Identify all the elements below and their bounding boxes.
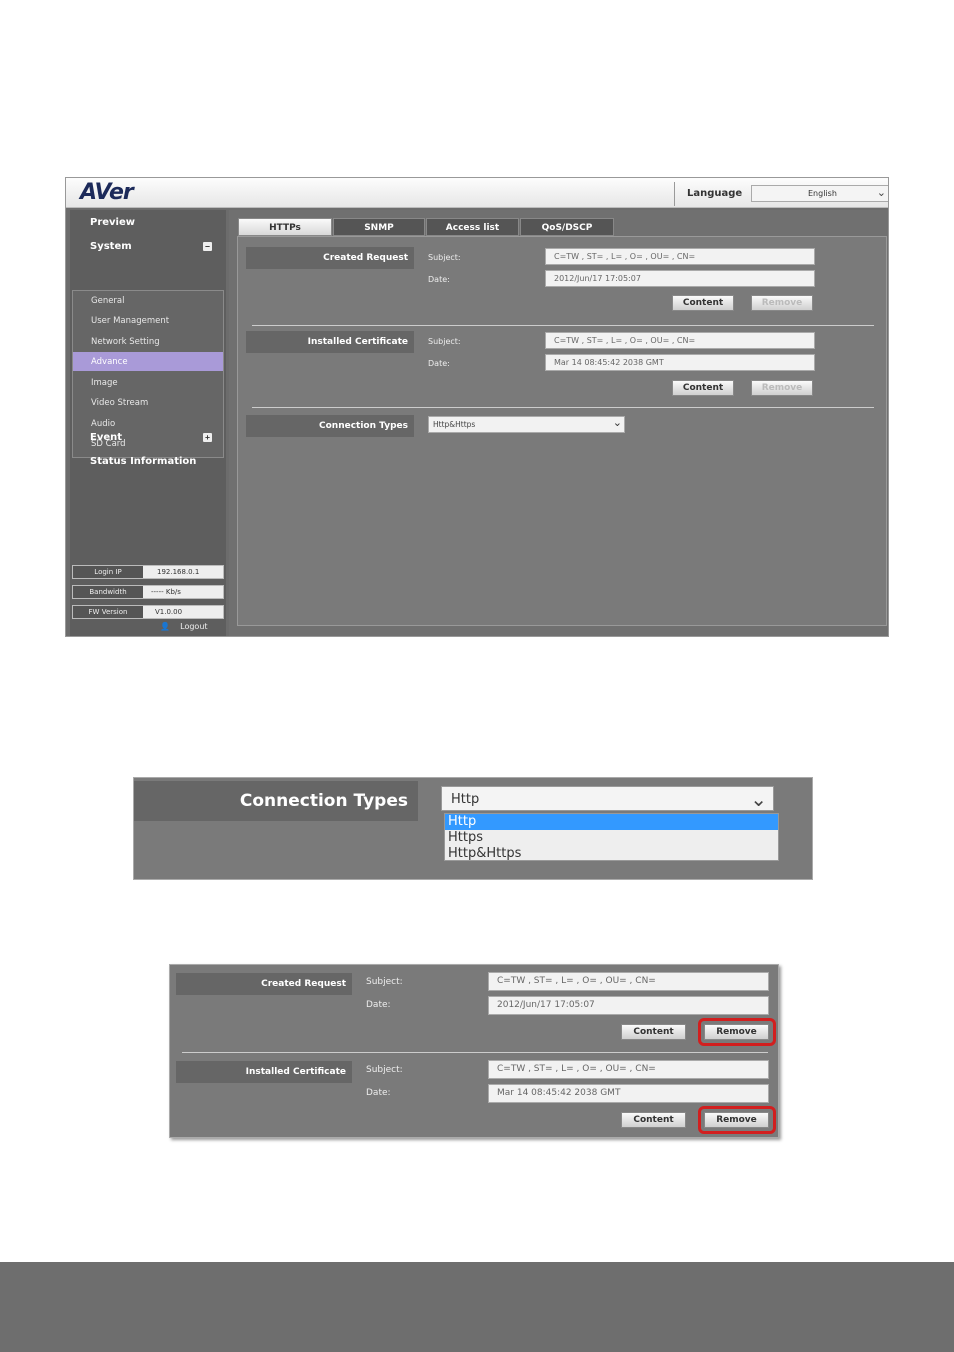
created-request-content-button[interactable]: Content: [621, 1024, 686, 1040]
sidebar-item-advance[interactable]: Advance: [73, 352, 223, 371]
tab-snmp[interactable]: SNMP: [333, 218, 425, 236]
sidebar-item-user-management[interactable]: User Management: [73, 311, 223, 330]
user-icon: 👤: [160, 622, 170, 631]
option-http-https[interactable]: Http&Https: [445, 846, 778, 862]
option-http[interactable]: Http: [445, 814, 778, 830]
connection-types-current: Http: [451, 792, 480, 807]
fw-version-value: V1.0.00: [155, 608, 183, 616]
subject-label: Subject:: [428, 337, 461, 346]
created-request-subject-field[interactable]: C=TW , ST= , L= , O= , OU= , CN=: [545, 248, 815, 265]
sidebar: Preview System − General User Management…: [70, 210, 226, 636]
tab-https[interactable]: HTTPs: [238, 218, 332, 236]
created-request-date-field[interactable]: 2012/Jun/17 17:05:07: [488, 996, 769, 1015]
language-select[interactable]: English ⌄: [751, 185, 888, 202]
sidebar-item-general[interactable]: General: [73, 291, 223, 310]
chevron-down-icon: ⌄: [750, 787, 767, 811]
fw-version-row: FW Version V1.0.00: [72, 605, 224, 619]
sidebar-item-label: Event: [90, 432, 123, 443]
certificate-remove-screenshot: Created Request Subject: C=TW , ST= , L=…: [169, 964, 779, 1138]
page-footer-band: [0, 1262, 954, 1352]
expand-icon[interactable]: +: [203, 433, 212, 442]
installed-certificate-title: Installed Certificate: [246, 331, 414, 353]
fw-version-label: FW Version: [73, 606, 143, 618]
login-ip-row: Login IP 192.168.0.1: [72, 565, 224, 579]
installed-certificate-content-button[interactable]: Content: [621, 1112, 686, 1128]
connection-types-title: Connection Types: [246, 415, 414, 437]
option-https[interactable]: Https: [445, 830, 778, 846]
highlight-ring: [698, 1018, 776, 1046]
sidebar-item-status-information[interactable]: Status Information: [70, 451, 226, 474]
installed-certificate-subject-field[interactable]: C=TW , ST= , L= , O= , OU= , CN=: [545, 332, 815, 349]
installed-certificate-subject-field[interactable]: C=TW , ST= , L= , O= , OU= , CN=: [488, 1060, 769, 1079]
sidebar-item-image[interactable]: Image: [73, 373, 223, 392]
aver-logo: AVer: [80, 180, 134, 205]
created-request-date-field[interactable]: 2012/Jun/17 17:05:07: [545, 270, 815, 287]
highlight-ring: [698, 1106, 776, 1134]
date-label: Date:: [428, 359, 450, 368]
chevron-down-icon: ⌄: [612, 416, 622, 429]
language-label: Language: [687, 188, 743, 199]
collapse-icon[interactable]: −: [203, 242, 212, 251]
created-request-title: Created Request: [246, 247, 414, 269]
sidebar-item-label: System: [90, 241, 132, 252]
date-label: Date:: [428, 275, 450, 284]
connection-types-title: Connection Types: [134, 781, 418, 821]
subject-label: Subject:: [428, 253, 461, 262]
logout-label: Logout: [180, 622, 208, 631]
header-bar: AVer Language English ⌄: [66, 178, 888, 208]
subject-label: Subject:: [366, 977, 403, 987]
login-ip-label: Login IP: [73, 566, 143, 578]
tab-qos-dscp[interactable]: QoS/DSCP: [520, 218, 614, 236]
divider: [252, 407, 874, 408]
bandwidth-row: Bandwidth ----- Kb/s: [72, 585, 224, 599]
created-request-subject-field[interactable]: C=TW , ST= , L= , O= , OU= , CN=: [488, 972, 769, 991]
web-ui-screenshot: AVer Language English ⌄ Preview System −…: [65, 177, 889, 637]
bandwidth-value: ----- Kb/s: [151, 588, 181, 596]
installed-certificate-date-field[interactable]: Mar 14 08:45:42 2038 GMT: [488, 1084, 769, 1103]
language-value: English: [808, 189, 837, 198]
sidebar-item-event[interactable]: Event +: [70, 427, 226, 450]
language-area: Language English ⌄: [674, 182, 888, 206]
date-label: Date:: [366, 1088, 391, 1098]
bandwidth-label: Bandwidth: [73, 586, 143, 598]
subject-label: Subject:: [366, 1065, 403, 1075]
sidebar-item-system[interactable]: System −: [70, 236, 226, 259]
connection-types-value: Http&Https: [433, 420, 476, 429]
main-content: HTTPs SNMP Access list QoS/DSCP Created …: [229, 210, 888, 636]
sidebar-item-video-stream[interactable]: Video Stream: [73, 393, 223, 412]
connection-types-dropdown-screenshot: Connection Types Http ⌄ Http Https Http&…: [133, 777, 813, 880]
installed-certificate-title: Installed Certificate: [176, 1061, 352, 1083]
created-request-remove-button[interactable]: Remove: [751, 295, 813, 311]
logout-link[interactable]: 👤 Logout: [160, 622, 208, 631]
date-label: Date:: [366, 1000, 391, 1010]
connection-types-select[interactable]: Http&Https ⌄: [428, 416, 625, 433]
sidebar-item-network-setting[interactable]: Network Setting: [73, 332, 223, 351]
login-ip-value: 192.168.0.1: [157, 568, 200, 576]
created-request-content-button[interactable]: Content: [672, 295, 734, 311]
installed-certificate-content-button[interactable]: Content: [672, 380, 734, 396]
chevron-down-icon: ⌄: [876, 186, 886, 199]
tab-access-list[interactable]: Access list: [426, 218, 519, 236]
divider: [182, 1052, 768, 1053]
divider: [252, 325, 874, 326]
installed-certificate-remove-button[interactable]: Remove: [751, 380, 813, 396]
connection-types-options: Http Https Http&Https: [444, 813, 779, 861]
connection-types-select[interactable]: Http ⌄: [441, 786, 774, 811]
installed-certificate-date-field[interactable]: Mar 14 08:45:42 2038 GMT: [545, 354, 815, 371]
sidebar-item-preview[interactable]: Preview: [70, 212, 226, 235]
created-request-title: Created Request: [176, 973, 352, 995]
https-panel: Created Request Subject: C=TW , ST= , L=…: [237, 236, 887, 626]
